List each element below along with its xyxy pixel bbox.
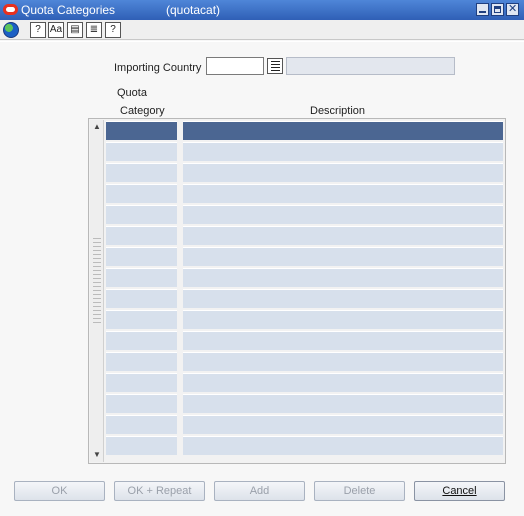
importing-country-description-field [286,57,455,75]
toolbar: ? Aa ▤ ≣ ? [0,20,524,40]
scroll-up-icon[interactable]: ▲ [92,122,102,132]
quota-category-cell[interactable] [106,184,177,203]
minimize-icon[interactable] [476,3,489,16]
quota-category-cell[interactable] [106,352,177,371]
description-cell[interactable] [183,394,503,413]
quota-category-cell[interactable] [106,415,177,434]
importing-country-label: Importing Country [114,62,202,74]
scroll-down-icon[interactable]: ▼ [92,450,102,460]
quota-category-cell[interactable] [106,394,177,413]
importing-country-input[interactable] [206,57,264,75]
description-cell[interactable] [183,310,503,329]
description-cell[interactable] [183,289,503,308]
delete-button[interactable]: Delete [314,481,405,501]
notes-icon[interactable]: ▤ [67,22,83,38]
help-icon[interactable]: ? [105,22,121,38]
quota-category-cell[interactable] [106,205,177,224]
quota-category-cell[interactable] [106,436,177,455]
quota-category-cell[interactable] [106,226,177,245]
toolbar-divider [0,41,524,42]
description-cell[interactable] [183,247,503,266]
description-cell[interactable] [183,163,503,182]
close-icon[interactable] [506,2,519,16]
quota-category-header-line2: Category [120,105,165,117]
description-cell[interactable] [183,226,503,245]
quota-category-cell[interactable] [106,163,177,182]
description-cell[interactable] [183,184,503,203]
description-header: Description [310,105,366,117]
quota-category-cell[interactable] [106,268,177,287]
ok-button[interactable]: OK [14,481,105,501]
description-cell[interactable] [183,331,503,350]
add-button[interactable]: Add [214,481,305,501]
attachments-icon[interactable]: ≣ [86,22,102,38]
spelling-icon[interactable]: Aa [48,22,64,38]
description-cell[interactable] [183,436,503,455]
window-title: Quota Categories [21,3,116,17]
description-cell[interactable] [183,373,503,392]
quota-category-header-line1: Quota [117,87,147,99]
list-of-values-icon[interactable] [267,58,283,74]
description-cell[interactable] [183,121,503,140]
maximize-icon[interactable] [491,3,504,16]
title-bar: Quota Categories (quotacat) [0,0,524,20]
oracle-logo-icon [3,4,18,15]
quota-category-cell[interactable] [106,142,177,161]
quota-category-cell[interactable] [106,373,177,392]
description-cell[interactable] [183,352,503,371]
description-cell[interactable] [183,268,503,287]
ok-repeat-button[interactable]: OK + Repeat [114,481,205,501]
window-code: (quotacat) [166,3,221,17]
description-cell[interactable] [183,142,503,161]
quota-category-cell[interactable] [106,310,177,329]
scroll-grip[interactable] [93,238,101,324]
vertical-scrollbar[interactable]: ▲ ▼ [90,120,104,462]
help-question-icon[interactable]: ? [30,22,46,38]
quota-category-cell[interactable] [106,331,177,350]
globe-icon[interactable] [3,22,19,38]
description-cell[interactable] [183,205,503,224]
cancel-button[interactable]: Cancel [414,481,505,501]
description-cell[interactable] [183,415,503,434]
quota-category-cell[interactable] [106,121,177,140]
quota-category-cell[interactable] [106,247,177,266]
quota-category-cell[interactable] [106,289,177,308]
